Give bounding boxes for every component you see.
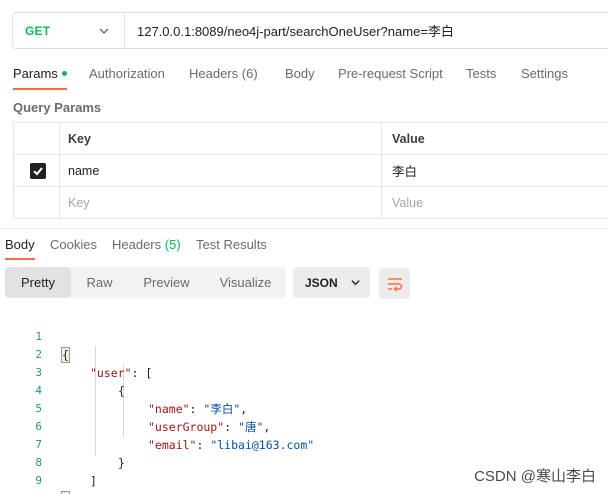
tab-cookies[interactable]: Cookies bbox=[50, 237, 97, 252]
tab-response-body[interactable]: Body bbox=[5, 237, 35, 260]
format-select-label: JSON bbox=[305, 275, 338, 290]
method-label: GET bbox=[25, 23, 51, 38]
new-param-value-field[interactable]: Value bbox=[382, 187, 608, 218]
line-number: 9 bbox=[35, 474, 42, 487]
tab-headers-label: Headers bbox=[189, 66, 239, 81]
code-line: 4 "name": "李白", bbox=[0, 364, 608, 416]
view-visualize-button[interactable]: Visualize bbox=[205, 267, 286, 298]
table-row: name 李白 bbox=[13, 155, 608, 187]
watermark: CSDN @寒山李白 bbox=[474, 468, 596, 485]
query-params-title: Query Params bbox=[13, 100, 102, 115]
active-tab-underline bbox=[13, 88, 67, 90]
tab-response-headers-count: (5) bbox=[164, 237, 181, 252]
param-key-field[interactable]: name bbox=[60, 155, 382, 186]
response-tabs: Body Cookies Headers (5) Test Results bbox=[0, 228, 608, 260]
view-preview-button[interactable]: Preview bbox=[128, 267, 205, 298]
table-header-row: Key Value bbox=[13, 123, 608, 155]
tab-params-label: Params bbox=[13, 66, 58, 81]
code-line: 7 } bbox=[0, 418, 608, 470]
tab-headers[interactable]: Headers (6) bbox=[189, 66, 258, 81]
json-close-bracket: ] bbox=[90, 474, 97, 488]
wrap-lines-button[interactable] bbox=[379, 268, 410, 299]
view-pretty-button[interactable]: Pretty bbox=[5, 267, 71, 298]
wrap-lines-icon bbox=[387, 277, 402, 291]
tab-tests[interactable]: Tests bbox=[466, 66, 496, 81]
code-line: 2 "user": [ bbox=[0, 328, 608, 380]
column-header-value: Value bbox=[392, 131, 425, 146]
tab-authorization[interactable]: Authorization bbox=[89, 66, 165, 81]
tab-prerequest-script[interactable]: Pre-request Script bbox=[338, 66, 443, 81]
code-line: 8 ] bbox=[0, 436, 608, 488]
request-tabs: Params Authorization Headers (6) Body Pr… bbox=[0, 60, 608, 90]
header-checkbox-cell bbox=[14, 123, 60, 154]
new-param-key-field[interactable]: Key bbox=[60, 187, 382, 218]
table-row-empty: Key Value bbox=[13, 187, 608, 219]
tab-params[interactable]: Params bbox=[13, 66, 67, 90]
chevron-down-icon bbox=[351, 280, 360, 286]
code-line: 1 { bbox=[0, 310, 608, 363]
param-value-field[interactable]: 李白 bbox=[382, 155, 608, 186]
code-line: 5 "userGroup": "唐", bbox=[0, 382, 608, 434]
view-mode-group: Pretty Raw Preview Visualize bbox=[5, 267, 286, 298]
chevron-down-icon bbox=[99, 28, 109, 34]
row-checkbox-cell bbox=[14, 155, 60, 186]
method-select[interactable]: GET bbox=[13, 13, 125, 48]
tab-headers-count: (6) bbox=[241, 66, 258, 81]
view-raw-button[interactable]: Raw bbox=[71, 267, 128, 298]
tab-settings[interactable]: Settings bbox=[521, 66, 568, 81]
param-enabled-checkbox[interactable] bbox=[30, 163, 46, 179]
request-url-bar: GET 127.0.0.1:8089/neo4j-part/searchOneU… bbox=[12, 12, 608, 49]
active-tab-underline bbox=[5, 258, 35, 260]
tab-body[interactable]: Body bbox=[285, 66, 315, 81]
tab-response-headers[interactable]: Headers (5) bbox=[112, 237, 181, 252]
tab-response-headers-label: Headers bbox=[112, 237, 162, 252]
response-body-code: 1 { 2 "user": [ 3 { 4 "name": "李白", 5 "u… bbox=[0, 310, 608, 494]
tab-response-body-label: Body bbox=[5, 237, 35, 252]
tab-test-results[interactable]: Test Results bbox=[196, 237, 267, 252]
check-icon bbox=[33, 167, 43, 176]
format-select[interactable]: JSON bbox=[293, 267, 370, 298]
params-active-dot bbox=[61, 71, 67, 76]
url-input[interactable]: 127.0.0.1:8089/neo4j-part/searchOneUser?… bbox=[125, 21, 454, 40]
code-line: 6 "email": "libai@163.com" bbox=[0, 400, 608, 452]
column-header-key: Key bbox=[60, 123, 382, 154]
code-line: 3 { bbox=[0, 346, 608, 398]
query-params-table: Key Value name 李白 Key Value bbox=[13, 122, 608, 219]
empty-checkbox-cell bbox=[14, 187, 60, 218]
